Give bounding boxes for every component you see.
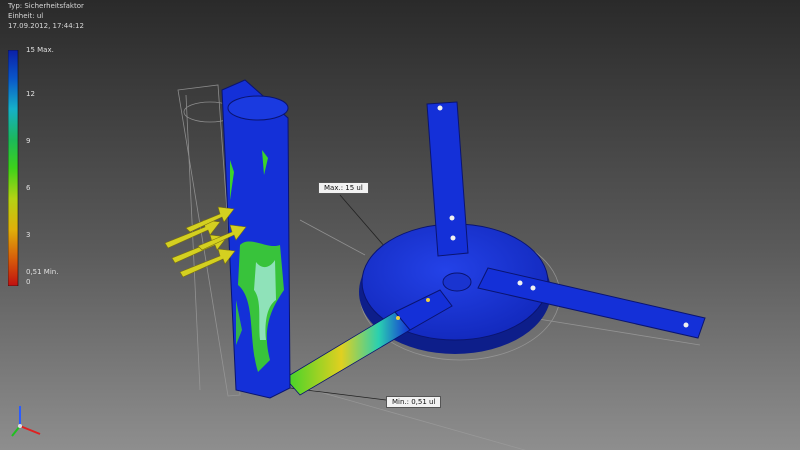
view-triad-icon[interactable] (6, 402, 48, 442)
column-part (221, 79, 291, 399)
legend-tick-9: 9 (26, 137, 31, 145)
legend-tick-6: 6 (26, 184, 31, 192)
legend-max-label: 15 Max. (26, 46, 54, 54)
color-legend: 15 Max. 12 9 6 3 0,51 Min. 0 (6, 46, 76, 286)
result-date-label: 17.09.2012, 17:44:12 (8, 22, 84, 30)
result-type-label: Typ: Sicherheitsfaktor (8, 2, 84, 10)
min-value-callout[interactable]: Min.: 0,51 ul (386, 396, 442, 408)
legend-color-bar (8, 50, 19, 286)
legend-min-label: 0,51 Min. (26, 268, 59, 276)
result-unit-label: Einheit: ul (8, 12, 44, 20)
legend-tick-0: 0 (26, 278, 31, 286)
legend-tick-12: 12 (26, 90, 35, 98)
legend-tick-3: 3 (26, 231, 31, 239)
fea-result-viewport[interactable] (0, 0, 800, 450)
max-value-callout[interactable]: Max.: 15 ul (318, 182, 369, 194)
